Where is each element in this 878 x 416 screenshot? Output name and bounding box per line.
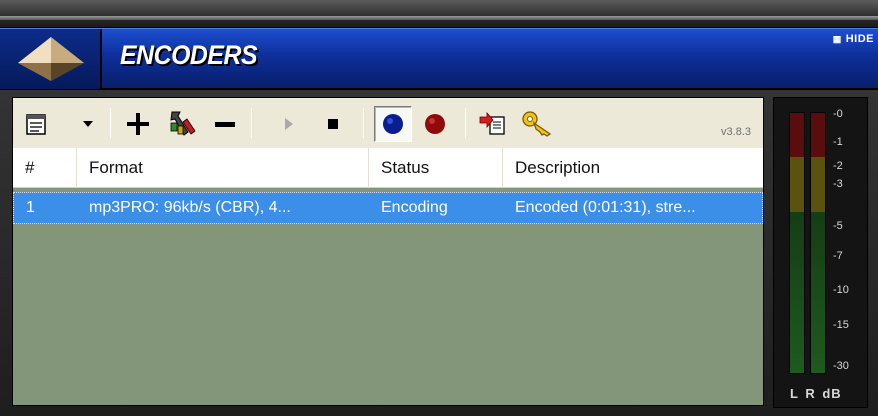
stop-button[interactable] (321, 106, 345, 142)
record-blue-button[interactable] (374, 106, 412, 142)
dropdown-button[interactable] (79, 106, 97, 142)
column-header-description[interactable]: Description (503, 148, 763, 188)
hide-button[interactable]: ▦ HIDE (833, 33, 874, 45)
db-label: -5 (833, 220, 843, 232)
list-icon (26, 114, 46, 135)
version-label: v3.8.3 (721, 126, 751, 138)
record-blue-icon (383, 114, 403, 134)
separator (110, 108, 111, 138)
list-header: # Format Status Description (13, 148, 763, 188)
encoder-list-button[interactable] (23, 106, 49, 142)
meter-footer: L R dB (790, 386, 842, 401)
row-status: Encoding (381, 199, 448, 216)
db-label: -1 (833, 136, 843, 148)
play-button[interactable] (277, 106, 301, 142)
row-description: Encoded (0:01:31), stre... (515, 199, 696, 216)
page-title: ENCODERS (120, 40, 258, 70)
add-encoder-button[interactable] (123, 106, 153, 142)
column-header-status[interactable]: Status (369, 148, 503, 188)
configure-encoder-button[interactable] (163, 106, 199, 142)
left-channel-bar (789, 112, 805, 374)
column-header-format[interactable]: Format (77, 148, 369, 188)
db-label: -30 (833, 360, 849, 372)
play-icon (285, 118, 293, 130)
record-red-button[interactable] (420, 106, 450, 142)
hide-label: HIDE (845, 33, 874, 45)
encoders-window: ENCODERS ▦ HIDE v3.8.3 # Format Status D… (0, 0, 878, 416)
db-label: -10 (833, 284, 849, 296)
level-meter: -0 -1 -2 -3 -5 -7 -10 -15 -30 L R dB (773, 97, 868, 408)
right-channel-bar (810, 112, 826, 374)
remove-encoder-button[interactable] (211, 106, 239, 142)
separator (465, 108, 466, 138)
record-red-icon (425, 114, 445, 134)
import-icon (479, 111, 505, 135)
title-bar: ENCODERS ▦ HIDE (0, 28, 878, 90)
top-strip (0, 0, 878, 28)
key-icon (522, 111, 552, 137)
table-row[interactable]: 1 mp3PRO: 96kb/s (CBR), 4... Encoding En… (13, 192, 763, 224)
logo (0, 29, 102, 89)
db-label: -7 (833, 250, 843, 262)
db-label: -2 (833, 160, 843, 172)
separator (363, 108, 364, 138)
chevron-down-icon (83, 121, 93, 127)
hide-icon: ▦ (832, 33, 842, 44)
encoder-list[interactable]: # Format Status Description 1 mp3PRO: 96… (13, 148, 763, 405)
import-button[interactable] (477, 106, 509, 142)
db-label: -0 (833, 108, 843, 120)
plus-icon (127, 113, 149, 135)
stop-icon (328, 119, 338, 129)
db-label: -15 (833, 319, 849, 331)
key-button[interactable] (520, 106, 556, 142)
encoders-panel: v3.8.3 # Format Status Description 1 mp3… (12, 97, 764, 406)
db-label: -3 (833, 178, 843, 190)
minus-icon (215, 122, 235, 127)
separator (251, 108, 252, 138)
wrench-icon (170, 111, 196, 136)
toolbar: v3.8.3 (13, 98, 763, 148)
pyramid-logo-icon (18, 37, 84, 81)
column-header-number[interactable]: # (13, 148, 77, 188)
row-number: 1 (26, 199, 35, 216)
row-format: mp3PRO: 96kb/s (CBR), 4... (89, 199, 291, 216)
